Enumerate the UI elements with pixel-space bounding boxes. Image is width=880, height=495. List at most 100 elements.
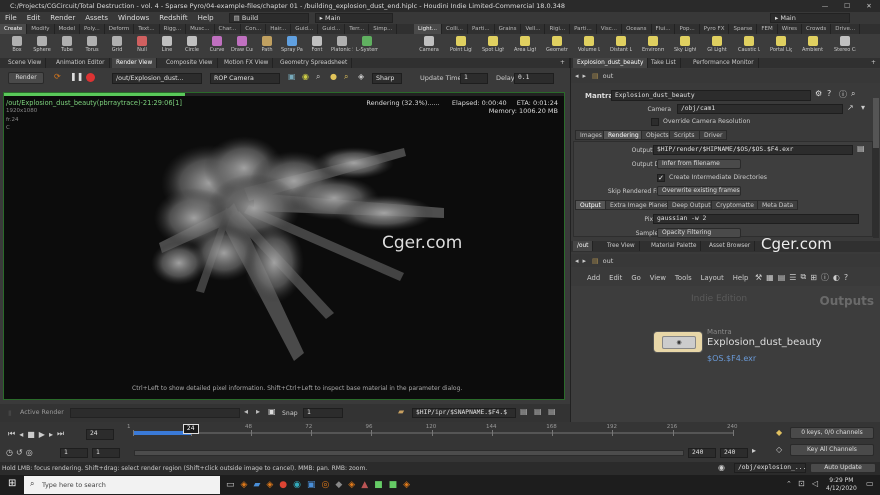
net-info-icon[interactable]: ⓘ xyxy=(821,272,829,283)
shelf-tool[interactable]: Point Light xyxy=(450,34,472,58)
gear-icon[interactable]: ⚙ xyxy=(815,89,822,98)
status-chat-icon[interactable]: ◉ xyxy=(718,463,725,472)
shelf-tool[interactable]: Platonic Solids xyxy=(331,34,353,58)
shelf-tab[interactable]: Colli... xyxy=(442,24,469,34)
houdini-app-icon[interactable]: ◈ xyxy=(241,480,248,490)
layout-icon[interactable]: ▦ xyxy=(766,273,774,282)
shelf-tool[interactable]: Area Light xyxy=(514,34,536,58)
snap-path-field[interactable]: $HIP/ipr/$SNAPNAME.$F4.$ xyxy=(412,408,516,418)
sharp-dropdown[interactable]: Sharp xyxy=(372,73,402,84)
shelf-tab[interactable]: Rigi... xyxy=(545,24,571,34)
task-view-icon[interactable]: ▭ xyxy=(226,480,235,490)
shelf-tool[interactable]: Sphere xyxy=(31,34,53,58)
node-name-field[interactable]: Explosion_dust_beauty xyxy=(611,90,811,101)
shelf-tool[interactable]: Box xyxy=(6,34,28,58)
houdini-app-icon-3[interactable]: ◈ xyxy=(403,480,410,490)
chrome-app-icon[interactable]: ● xyxy=(279,480,287,490)
go-end-icon[interactable]: ⏭ xyxy=(57,429,64,439)
left-pane-tab[interactable]: Render View xyxy=(112,58,158,68)
sample-filter-dropdown[interactable]: Opacity Filtering xyxy=(657,228,741,238)
shelf-tab[interactable]: Sparse xyxy=(729,24,758,34)
shelf-tab[interactable]: Create xyxy=(0,24,28,34)
search-params-icon[interactable]: ⌕ xyxy=(851,89,855,99)
left-pane-tab[interactable]: Motion FX View xyxy=(220,58,274,68)
snap-folder-icon[interactable]: ▤ xyxy=(520,407,528,416)
shelf-tab[interactable]: Parti... xyxy=(468,24,495,34)
shelf-tool[interactable]: Caustic Light xyxy=(738,34,760,58)
desktop-dropdown[interactable]: ▤ Build xyxy=(228,13,309,23)
windows-start-icon[interactable]: ⊞ xyxy=(8,478,16,489)
shelf-tool[interactable]: Spray Paint xyxy=(281,34,303,58)
net-help-icon[interactable]: ? xyxy=(844,273,848,282)
menu-item-render[interactable]: Render xyxy=(45,12,80,24)
menu-item-file[interactable]: File xyxy=(0,12,22,24)
app-icon-8[interactable]: ■ xyxy=(389,480,398,490)
notification-icon[interactable]: ▭ xyxy=(866,479,874,488)
app-icon-2[interactable]: ◈ xyxy=(266,480,273,490)
houdini-app-icon-2[interactable]: ◈ xyxy=(348,480,355,490)
pause-icon[interactable]: ❚❚ xyxy=(70,72,83,81)
start-frame-field[interactable]: 1 xyxy=(60,448,88,458)
shelf-tool[interactable]: Null xyxy=(131,34,153,58)
wrench-icon[interactable]: ⚒ xyxy=(755,273,762,282)
snap-save-icon[interactable]: ▤ xyxy=(534,407,542,416)
shelf-tab[interactable]: Hair... xyxy=(266,24,292,34)
shelf-tab[interactable]: Grains xyxy=(495,24,522,34)
tray-up-icon[interactable]: ⌃ xyxy=(786,480,792,488)
explorer-app-icon[interactable]: ▰ xyxy=(253,480,260,490)
shelf-tool[interactable]: Grid xyxy=(106,34,128,58)
param-pane-tab[interactable]: Explosion_dust_beauty xyxy=(573,58,649,68)
shelf-tab[interactable]: Char... xyxy=(215,24,242,34)
play-icon[interactable]: ▶ xyxy=(39,430,45,439)
step-forward-icon[interactable]: ▸ xyxy=(49,430,53,439)
menu-item-assets[interactable]: Assets xyxy=(80,12,113,24)
shelf-tool[interactable]: Geometry Light xyxy=(546,34,568,58)
light-icon[interactable]: ● xyxy=(330,72,337,81)
stop-play-icon[interactable]: ■ xyxy=(27,430,35,439)
menu-item-help[interactable]: Help xyxy=(193,12,219,24)
skip-rendered-dropdown[interactable]: Overwrite existing frames xyxy=(657,186,741,196)
shelf-tool[interactable]: Circle xyxy=(181,34,203,58)
audio-icon[interactable]: ◎ xyxy=(26,448,33,457)
file-browse-icon[interactable]: ▤ xyxy=(857,144,865,153)
blender-app-icon[interactable]: ◎ xyxy=(322,480,330,490)
shelf-tab[interactable]: Visc... xyxy=(597,24,623,34)
volume-tray-icon[interactable]: ◁ xyxy=(812,479,818,488)
maximize-button[interactable]: ☐ xyxy=(836,0,858,12)
camera-param-field[interactable]: /obj/cam1 xyxy=(677,104,843,114)
camera-pick-icon[interactable]: ▾ xyxy=(861,103,865,112)
add-pane-tab-icon[interactable]: + xyxy=(867,58,880,68)
realtime-icon[interactable]: ◷ xyxy=(6,448,13,457)
shelf-tool[interactable]: Tube xyxy=(56,34,78,58)
output-sub-tab[interactable]: Output xyxy=(575,200,606,210)
param-path-label[interactable]: out xyxy=(603,72,614,80)
keys-channels-button[interactable]: 0 keys, 0/0 channels xyxy=(790,427,874,439)
shelf-tab[interactable]: Model xyxy=(55,24,81,34)
shelf-tool[interactable]: Font xyxy=(306,34,328,58)
shelf-tool[interactable]: Portal Light xyxy=(770,34,792,58)
shelf-tool[interactable]: Sky Light xyxy=(674,34,696,58)
shelf-tab[interactable]: Crowds xyxy=(802,24,832,34)
shelf-tab[interactable]: Modify xyxy=(27,24,55,34)
rop-path-field[interactable]: /out/Explosion_dust... xyxy=(112,73,202,84)
mantra-node[interactable]: ◉ xyxy=(653,331,703,353)
output-picture-field[interactable]: $HIP/render/$HIPNAME/$OS/$OS.$F4.exr xyxy=(653,145,853,155)
range-menu-icon[interactable]: ▸ xyxy=(752,446,756,455)
output-sub-tab[interactable]: Meta Data xyxy=(757,200,799,210)
shelf-tab[interactable]: Poly... xyxy=(80,24,105,34)
shelf-tool[interactable]: Torus xyxy=(81,34,103,58)
render-button[interactable]: Render xyxy=(8,72,44,84)
snap-list-icon[interactable]: ▮ xyxy=(8,409,12,417)
stop-icon[interactable] xyxy=(86,73,95,82)
network-menu-item[interactable]: Help xyxy=(733,274,749,282)
zoom-icon[interactable]: ⌕ xyxy=(316,72,320,82)
network-menu-item[interactable]: View xyxy=(650,274,666,282)
shelf-tab[interactable]: Con... xyxy=(241,24,267,34)
shelf-tool[interactable]: Stereo Camera xyxy=(834,34,856,58)
shelf-tab[interactable]: Text... xyxy=(134,24,160,34)
app-icon-3[interactable]: ◉ xyxy=(293,480,301,490)
camera-dropdown[interactable]: ROP Camera xyxy=(210,73,280,84)
active-render-label[interactable]: Active Render xyxy=(20,409,64,416)
shelf-tool[interactable]: GI Light xyxy=(706,34,728,58)
end-frame-field[interactable]: 240 xyxy=(688,448,716,458)
